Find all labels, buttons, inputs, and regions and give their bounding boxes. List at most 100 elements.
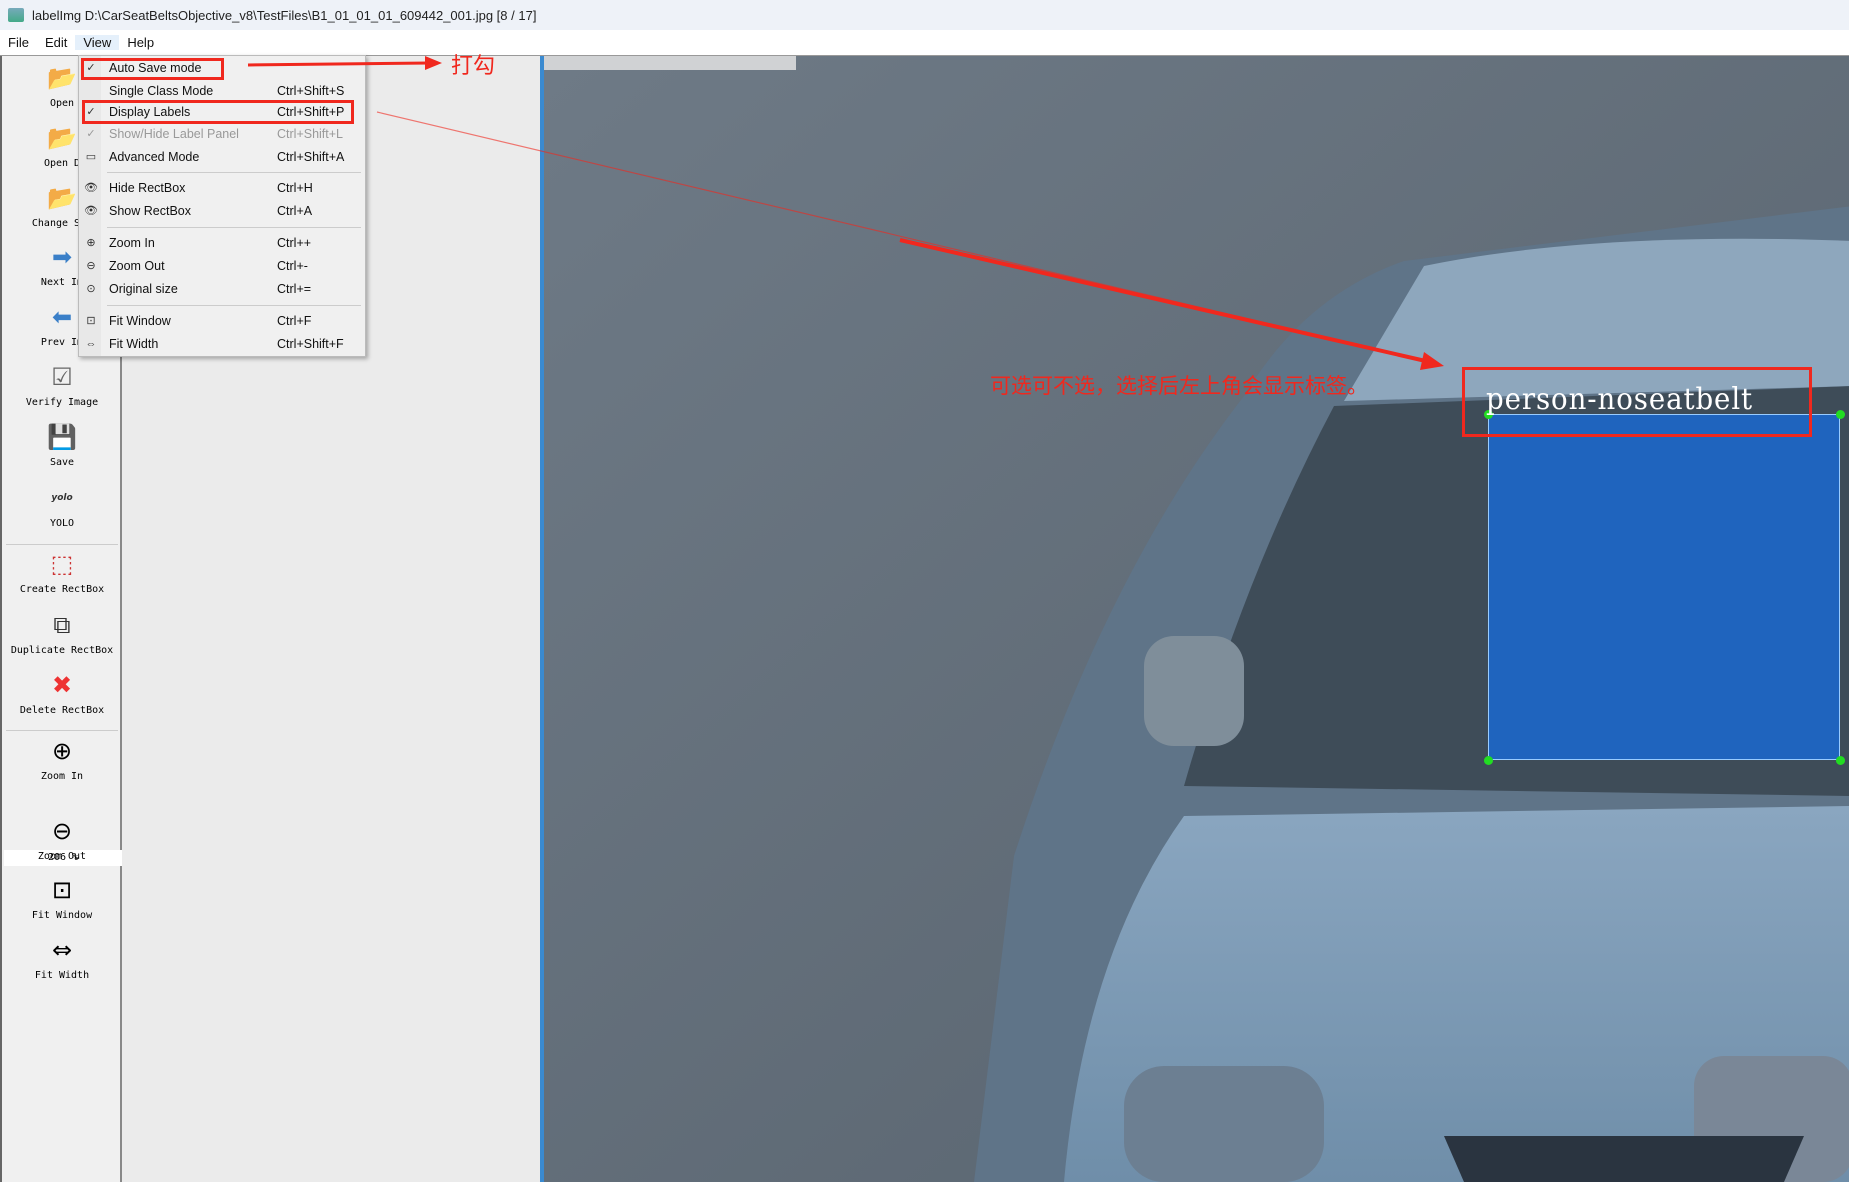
duplicate-rectbox-label: Duplicate RectBox bbox=[10, 645, 114, 656]
menu-bar: File Edit View Help bbox=[0, 30, 1849, 56]
menu-item-label: Show RectBox bbox=[109, 204, 191, 218]
save-label: Save bbox=[49, 457, 75, 468]
menu-item-label: Fit Width bbox=[109, 337, 159, 351]
shortcut-text: Ctrl+Shift+A bbox=[277, 150, 345, 164]
menu-item-label: Fit Window bbox=[109, 314, 171, 328]
prev-image-label: Prev Im bbox=[40, 337, 84, 348]
menu-file[interactable]: File bbox=[0, 35, 37, 50]
note-annotation: 可选可不选，选择后左上角会显示标签。 bbox=[990, 374, 1368, 398]
menu-item-label: Zoom In bbox=[109, 236, 155, 250]
menu-item-show-hide-label-panel[interactable]: ✓ Show/Hide Label Panel Ctrl+Shift+L bbox=[79, 123, 365, 145]
highlight-box-label bbox=[1462, 367, 1812, 437]
menu-item-original-size[interactable]: ⊙ Original size Ctrl+= bbox=[79, 278, 365, 300]
checkbox-icon: ☑ bbox=[51, 363, 73, 391]
zoom-in-button[interactable]: ⊕ Zoom In bbox=[2, 737, 122, 782]
menu-item-zoom-in[interactable]: ⊕ Zoom In Ctrl++ bbox=[79, 232, 365, 254]
fit-window-icon: ⊡ bbox=[51, 876, 73, 904]
toolbar-divider bbox=[6, 544, 118, 545]
menu-item-zoom-out[interactable]: ⊖ Zoom Out Ctrl+- bbox=[79, 255, 365, 277]
duplicate-icon: ⧉ bbox=[53, 611, 71, 639]
advanced-mode-icon: ▭ bbox=[85, 151, 97, 163]
shortcut-text: Ctrl+F bbox=[277, 314, 312, 328]
menu-item-fit-window[interactable]: ⊡ Fit Window Ctrl+F bbox=[79, 310, 365, 332]
zoom-out-button[interactable]: ⊖ Zoom Out bbox=[2, 817, 122, 862]
arrow-left-icon: ⬅ bbox=[51, 303, 73, 331]
menu-item-label: Show/Hide Label Panel bbox=[109, 127, 239, 141]
menu-separator bbox=[107, 227, 361, 228]
title-bar: labelImg D:\CarSeatBeltsObjective_v8\Tes… bbox=[0, 0, 1849, 30]
yolo-label: YOLO bbox=[49, 518, 75, 529]
zoom-out-icon: ⊖ bbox=[86, 260, 96, 272]
app-icon bbox=[8, 8, 24, 22]
create-rectbox-label: Create RectBox bbox=[19, 584, 105, 595]
fit-width-label: Fit Width bbox=[34, 970, 90, 981]
open-dir-label: Open D bbox=[43, 158, 81, 169]
menu-item-label: Original size bbox=[109, 282, 178, 296]
verify-image-button[interactable]: ☑ Verify Image bbox=[2, 363, 122, 408]
shortcut-text: Ctrl+- bbox=[277, 259, 308, 273]
window-title: labelImg D:\CarSeatBeltsObjective_v8\Tes… bbox=[32, 7, 537, 23]
box-corner-handle[interactable] bbox=[1836, 410, 1845, 419]
menu-separator bbox=[107, 305, 361, 306]
delete-rectbox-button[interactable]: ✖ Delete RectBox bbox=[2, 671, 122, 716]
folder-icon: 📂 bbox=[47, 184, 77, 212]
eye-icon: 👁 bbox=[84, 205, 98, 217]
shortcut-text: Ctrl+Shift+F bbox=[277, 337, 344, 351]
delete-rectbox-label: Delete RectBox bbox=[19, 705, 105, 716]
fit-window-label: Fit Window bbox=[31, 910, 93, 921]
menu-item-fit-width[interactable]: ⇔ Fit Width Ctrl+Shift+F bbox=[79, 333, 365, 355]
zoom-out-label: Zoom Out bbox=[37, 851, 87, 862]
highlight-auto-save bbox=[81, 58, 224, 80]
shortcut-text: Ctrl+H bbox=[277, 181, 313, 195]
check-icon: ✓ bbox=[86, 128, 96, 140]
menu-item-single-class[interactable]: Single Class Mode Ctrl+Shift+S bbox=[79, 80, 365, 102]
menu-separator bbox=[107, 172, 361, 173]
original-size-icon: ⊙ bbox=[86, 283, 96, 295]
next-image-label: Next Im bbox=[40, 277, 84, 288]
menu-item-advanced-mode[interactable]: ▭ Advanced Mode Ctrl+Shift+A bbox=[79, 146, 365, 168]
zoom-in-icon: ⊕ bbox=[51, 737, 73, 765]
delete-x-icon: ✖ bbox=[51, 671, 73, 699]
fit-width-icon: ⇔ bbox=[85, 338, 97, 350]
eye-icon: 👁 bbox=[84, 182, 98, 194]
shortcut-text: Ctrl++ bbox=[277, 236, 312, 250]
toolbar-divider bbox=[6, 730, 118, 731]
fit-window-icon: ⊡ bbox=[86, 315, 96, 327]
menu-item-label: Zoom Out bbox=[109, 259, 165, 273]
create-rect-icon: ⬚ bbox=[50, 550, 74, 578]
zoom-in-label: Zoom In bbox=[40, 771, 84, 782]
fit-width-button[interactable]: ⇔ Fit Width bbox=[2, 936, 122, 981]
menu-edit[interactable]: Edit bbox=[37, 35, 75, 50]
arrow-right-icon: ➡ bbox=[51, 243, 73, 271]
highlight-display-labels bbox=[82, 100, 354, 124]
box-corner-handle[interactable] bbox=[1836, 756, 1845, 765]
yolo-format-button[interactable]: yolo YOLO bbox=[2, 484, 122, 529]
save-button[interactable]: 💾 Save bbox=[2, 423, 122, 468]
menu-view[interactable]: View bbox=[75, 35, 120, 50]
box-corner-handle[interactable] bbox=[1484, 756, 1493, 765]
bounding-box[interactable] bbox=[1488, 414, 1840, 760]
menu-item-label: Single Class Mode bbox=[109, 84, 214, 98]
verify-label: Verify Image bbox=[25, 397, 99, 408]
zoom-out-icon: ⊖ bbox=[51, 817, 73, 845]
shortcut-text: Ctrl+A bbox=[277, 204, 313, 218]
folder-icon: 📂 bbox=[47, 124, 77, 152]
menu-item-label: Hide RectBox bbox=[109, 181, 186, 195]
menu-item-label: Advanced Mode bbox=[109, 150, 200, 164]
check-annotation: 打勾 bbox=[451, 54, 496, 79]
yolo-icon: yolo bbox=[51, 493, 73, 503]
shortcut-text: Ctrl+Shift+L bbox=[277, 127, 344, 141]
open-label: Open bbox=[49, 98, 75, 109]
menu-help[interactable]: Help bbox=[119, 35, 162, 50]
zoom-in-icon: ⊕ bbox=[86, 237, 96, 249]
fit-width-icon: ⇔ bbox=[51, 936, 73, 964]
fit-window-button[interactable]: ⊡ Fit Window bbox=[2, 876, 122, 921]
floppy-icon: 💾 bbox=[47, 423, 77, 451]
duplicate-rectbox-button[interactable]: ⧉ Duplicate RectBox bbox=[2, 611, 122, 656]
folder-icon: 📂 bbox=[47, 64, 77, 92]
menu-item-show-rectbox[interactable]: 👁 Show RectBox Ctrl+A bbox=[79, 200, 365, 222]
shortcut-text: Ctrl+= bbox=[277, 282, 312, 296]
menu-item-hide-rectbox[interactable]: 👁 Hide RectBox Ctrl+H bbox=[79, 177, 365, 199]
create-rectbox-button[interactable]: ⬚ Create RectBox bbox=[2, 550, 122, 595]
shortcut-text: Ctrl+Shift+S bbox=[277, 84, 345, 98]
